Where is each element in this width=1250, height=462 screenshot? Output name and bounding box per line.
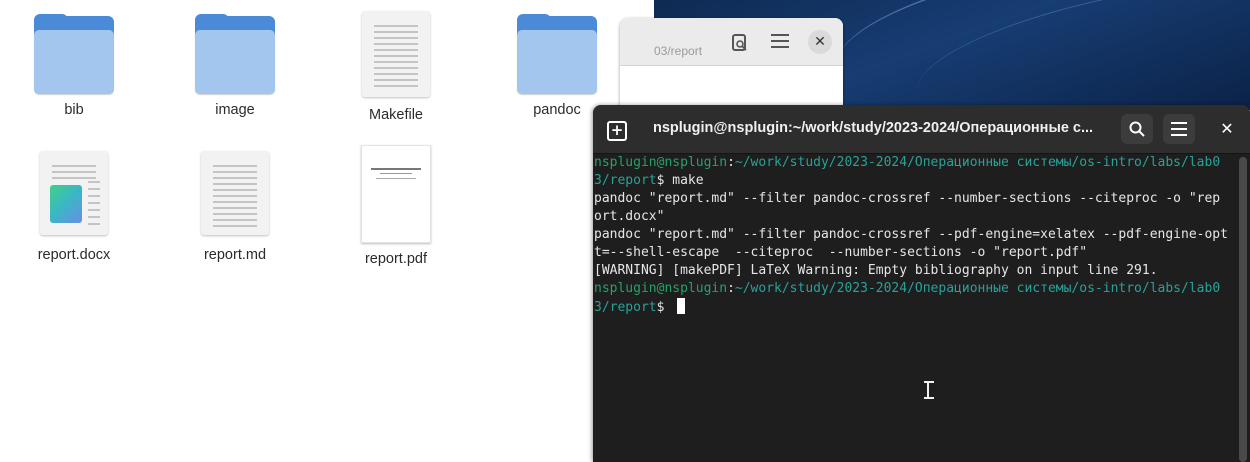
scrollbar[interactable] [1239,157,1247,462]
menu-icon[interactable] [769,34,791,52]
folder-icon [34,14,114,96]
file-item-label: image [215,102,255,118]
file-item-label: Makefile [369,107,423,123]
file-item-label: report.docx [37,247,111,263]
terminal-line: nsplugin@nsplugin:~/work/study/2023-2024… [594,281,1221,296]
file-item-makefile[interactable]: Makefile [331,11,461,123]
terminal-line: ort.docx" [594,209,665,224]
terminal-line: 3/report$ [594,298,1236,317]
file-item-report-md[interactable]: report.md [170,151,300,263]
text-cursor [677,298,686,314]
file-item-label: bib [64,102,84,118]
file-manager-view: bib image Makefile pandoc report.docx re… [0,0,654,462]
pdf-thumbnail-icon [361,145,431,243]
close-icon[interactable]: ✕ [1211,114,1243,144]
file-item-image[interactable]: image [170,14,300,118]
hamburger-menu-icon[interactable] [1163,114,1195,144]
terminal-line: nsplugin@nsplugin:~/work/study/2023-2024… [594,155,1221,170]
new-tab-icon[interactable]: + [603,117,631,143]
text-file-icon [362,11,430,97]
terminal-line: 3/report$ make [594,173,704,188]
folder-icon [195,14,275,96]
terminal-line: t=--shell-escape --citeproc --number-sec… [594,245,1088,260]
folder-icon [517,14,597,96]
preview-icon[interactable] [729,34,751,52]
file-item-pandoc[interactable]: pandoc [492,14,622,118]
terminal-line: pandoc "report.md" --filter pandoc-cross… [594,227,1228,242]
background-file-window[interactable]: 03/report ✕ [620,18,843,118]
close-icon[interactable]: ✕ [808,30,832,54]
search-icon[interactable] [1121,114,1153,144]
file-item-label: report.md [203,247,267,263]
file-item-bib[interactable]: bib [9,14,139,118]
terminal-line: [WARNING] [makePDF] LaTeX Warning: Empty… [594,263,1158,278]
terminal-window[interactable]: + nsplugin@nsplugin:~/work/study/2023-20… [593,105,1250,462]
file-item-report-docx[interactable]: report.docx [9,151,139,263]
docx-file-icon [40,151,108,235]
terminal-header: + nsplugin@nsplugin:~/work/study/2023-20… [593,105,1250,154]
terminal-line: pandoc "report.md" --filter pandoc-cross… [594,191,1221,206]
file-item-report-pdf[interactable]: report.pdf [331,145,461,267]
mouse-ibeam-cursor-icon [924,381,934,399]
file-item-label: report.pdf [364,251,428,267]
text-file-icon [201,151,269,235]
path-bar[interactable]: 03/report [654,44,702,58]
terminal-output[interactable]: nsplugin@nsplugin:~/work/study/2023-2024… [594,154,1236,462]
terminal-title: nsplugin@nsplugin:~/work/study/2023-2024… [653,120,1094,136]
